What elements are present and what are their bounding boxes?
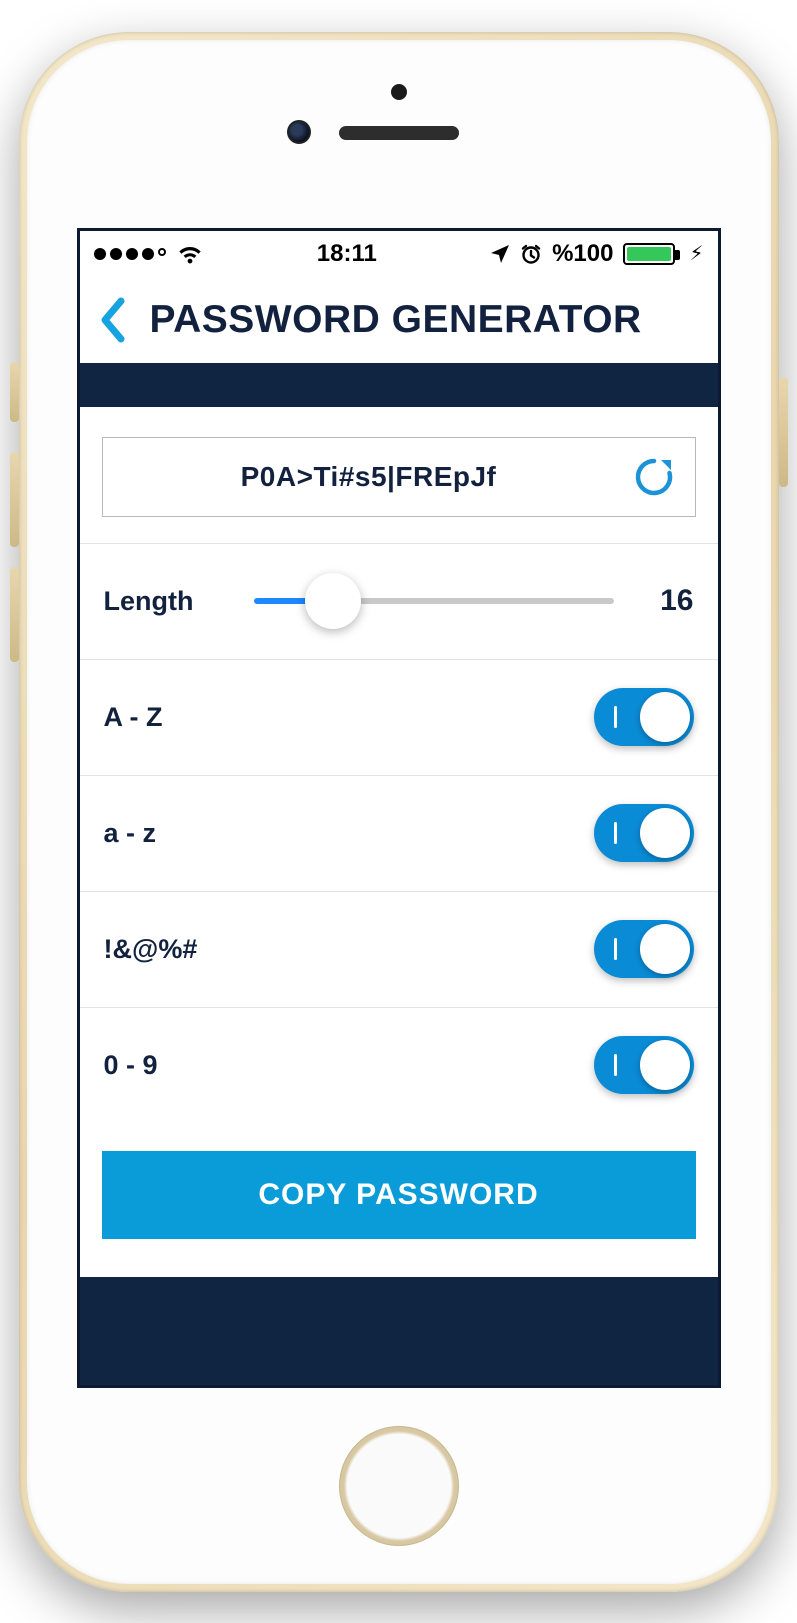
toggle-symbols[interactable] — [594, 920, 694, 978]
toggle-uppercase[interactable] — [594, 688, 694, 746]
regenerate-button[interactable] — [631, 454, 677, 500]
option-row-digits: 0 - 9 — [80, 1007, 718, 1123]
wifi-icon — [176, 243, 204, 265]
bottom-band — [80, 1277, 718, 1388]
password-display: P0A>Ti#s5|FREpJf — [102, 437, 696, 517]
option-label-lowercase: a - z — [104, 818, 157, 849]
content: P0A>Ti#s5|FREpJf Length — [80, 407, 718, 1388]
mute-switch — [10, 362, 19, 422]
option-row-lowercase: a - z — [80, 775, 718, 891]
length-label: Length — [104, 586, 234, 617]
back-button[interactable] — [98, 297, 128, 343]
power-key — [779, 377, 788, 487]
alarm-icon — [520, 243, 542, 265]
volume-down-key — [10, 567, 19, 662]
length-row: Length 16 — [80, 543, 718, 659]
location-icon — [490, 244, 510, 264]
toggle-lowercase[interactable] — [594, 804, 694, 862]
nav-header: PASSWORD GENERATOR — [80, 277, 718, 363]
page-title: PASSWORD GENERATOR — [150, 298, 642, 342]
option-row-uppercase: A - Z — [80, 659, 718, 775]
battery-icon — [623, 243, 675, 265]
status-bar-right: %100 ⚡︎ — [490, 240, 703, 268]
length-value: 16 — [634, 584, 694, 618]
front-camera — [287, 120, 311, 144]
phone-face: 18:11 %100 ⚡︎ PASSWORD — [27, 40, 771, 1584]
earpiece — [339, 126, 459, 140]
home-button[interactable] — [339, 1426, 459, 1546]
length-slider[interactable] — [254, 598, 614, 604]
phone-chassis: 18:11 %100 ⚡︎ PASSWORD — [19, 32, 779, 1592]
proximity-sensor — [391, 84, 407, 100]
slider-thumb[interactable] — [305, 573, 361, 629]
password-section: P0A>Ti#s5|FREpJf — [80, 407, 718, 543]
status-bar-time: 18:11 — [204, 240, 491, 268]
screen: 18:11 %100 ⚡︎ PASSWORD — [77, 228, 721, 1388]
option-label-uppercase: A - Z — [104, 702, 163, 733]
option-label-digits: 0 - 9 — [104, 1050, 158, 1081]
toggle-digits[interactable] — [594, 1036, 694, 1094]
generated-password: P0A>Ti#s5|FREpJf — [127, 461, 671, 493]
status-bar-left — [94, 243, 204, 265]
option-row-symbols: !&@%# — [80, 891, 718, 1007]
battery-percent: %100 — [552, 240, 613, 268]
copy-section: COPY PASSWORD — [80, 1123, 718, 1239]
volume-up-key — [10, 452, 19, 547]
copy-password-button[interactable]: COPY PASSWORD — [102, 1151, 696, 1239]
header-band — [80, 363, 718, 407]
signal-dots-icon — [94, 248, 166, 260]
charging-icon: ⚡︎ — [689, 241, 703, 266]
status-bar: 18:11 %100 ⚡︎ — [80, 231, 718, 277]
option-label-symbols: !&@%# — [104, 934, 198, 965]
